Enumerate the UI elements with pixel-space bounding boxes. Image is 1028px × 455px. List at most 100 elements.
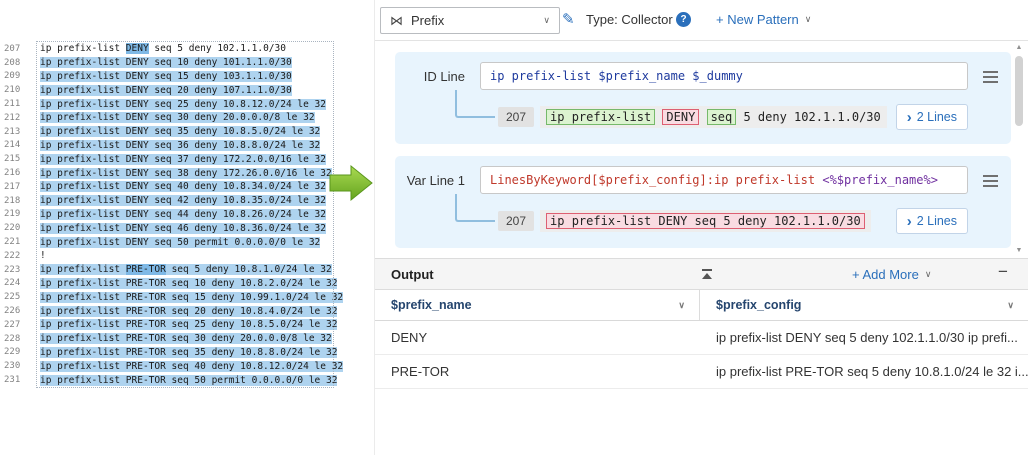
config-line[interactable]: 212ip prefix-list DENY seq 30 deny 20.0.… — [4, 111, 344, 125]
line-number: 211 — [4, 99, 28, 109]
output-header: Output + Add More ∨ − — [375, 258, 1028, 290]
text-segment: <%$prefix_name%> — [822, 173, 938, 187]
config-line[interactable]: 229ip prefix-list PRE-TOR seq 35 deny 10… — [4, 346, 344, 360]
line-number: 231 — [4, 375, 28, 385]
config-line[interactable]: 221ip prefix-list DENY seq 50 permit 0.0… — [4, 235, 344, 249]
config-line[interactable]: 222! — [4, 249, 344, 263]
new-pattern-label: + New Pattern — [716, 12, 799, 27]
config-line[interactable]: 230ip prefix-list PRE-TOR seq 40 deny 10… — [4, 359, 344, 373]
var-line-input[interactable]: LinesByKeyword[$prefix_config]:ip prefix… — [480, 166, 968, 194]
id-line-value: ip prefix-list $prefix_name $_dummy — [490, 69, 743, 83]
config-lines: 207ip prefix-list DENY seq 5 deny 102.1.… — [4, 42, 344, 387]
scroll-down-icon[interactable]: ▼ — [1016, 246, 1023, 256]
config-line-text: ip prefix-list DENY seq 10 deny 101.1.1.… — [40, 57, 292, 68]
cell-prefix-config: ip prefix-list DENY seq 5 deny 102.1.1.0… — [700, 330, 1028, 345]
lines-button-label: 2 Lines — [917, 214, 957, 228]
line-number: 223 — [4, 265, 28, 275]
scrollbar-thumb[interactable] — [1015, 56, 1023, 126]
config-line-text: ip prefix-list DENY seq 50 permit 0.0.0.… — [40, 237, 320, 248]
collapse-icon[interactable] — [700, 269, 714, 281]
config-line-text: ip prefix-list DENY seq 36 deny 10.8.8.0… — [40, 140, 320, 151]
scrollbar[interactable]: ▲ ▼ — [1013, 43, 1025, 256]
config-line[interactable]: 210 ip prefix-list DENY seq 20 deny 107.1… — [4, 83, 344, 97]
column-header-prefix-config[interactable]: $prefix_config ∨ — [700, 290, 1028, 320]
line-number: 215 — [4, 154, 28, 164]
config-line[interactable]: 207ip prefix-list DENY seq 5 deny 102.1.… — [4, 42, 344, 56]
minimize-icon[interactable]: − — [998, 262, 1008, 282]
text-segment: 5 deny 102.1.1.0/30 — [736, 110, 881, 124]
chevron-down-icon: ∨ — [1007, 300, 1028, 311]
line-number: 225 — [4, 292, 28, 302]
column-header-prefix-name[interactable]: $prefix_name ∨ — [375, 290, 700, 320]
connector-line — [455, 194, 495, 222]
menu-icon[interactable] — [983, 175, 998, 187]
menu-icon[interactable] — [983, 71, 998, 83]
config-line-text: ip prefix-list DENY seq 46 deny 10.8.36.… — [40, 223, 326, 234]
config-line-text: ip prefix-list PRE-TOR seq 35 deny 10.8.… — [40, 347, 337, 358]
var-line-value: LinesByKeyword[$prefix_config]:ip prefix… — [490, 173, 938, 187]
config-line-text: ip prefix-list DENY seq 37 deny 172.2.0.… — [40, 154, 326, 165]
line-number: 228 — [4, 334, 28, 344]
config-line[interactable]: 218ip prefix-list DENY seq 42 deny 10.8.… — [4, 194, 344, 208]
help-icon[interactable]: ? — [676, 12, 691, 27]
transform-arrow-icon — [329, 164, 374, 202]
line-number: 210 — [4, 85, 28, 95]
config-line-text: ip prefix-list PRE-TOR seq 30 deny 20.0.… — [40, 333, 332, 344]
table-row[interactable]: DENYip prefix-list DENY seq 5 deny 102.1… — [375, 321, 1028, 355]
new-pattern-button[interactable]: + New Pattern ∨ — [716, 12, 811, 27]
line-number: 220 — [4, 223, 28, 233]
scroll-up-icon[interactable]: ▲ — [1016, 43, 1023, 53]
id-line-label: ID Line — [401, 69, 465, 84]
config-line[interactable]: 209ip prefix-list DENY seq 15 deny 103.1… — [4, 70, 344, 84]
config-line-text: ip prefix-list DENY seq 25 deny 10.8.12.… — [40, 99, 326, 110]
config-line-text: ip prefix-list DENY seq 5 deny 102.1.1.0… — [40, 43, 286, 54]
matched-text: ip prefix-list DENY seq 5 deny 102.1.1.0… — [540, 210, 871, 232]
config-line[interactable]: 219ip prefix-list DENY seq 44 deny 10.8.… — [4, 208, 344, 222]
config-line[interactable]: 211 ip prefix-list DENY seq 25 deny 10.8.… — [4, 97, 344, 111]
edit-icon[interactable]: ✎ — [562, 10, 575, 28]
line-number-badge: 207 — [498, 211, 534, 231]
add-more-label: + Add More — [852, 267, 919, 282]
config-line[interactable]: 215 ip prefix-list DENY seq 37 deny 172.2… — [4, 152, 344, 166]
type-label: Type: Collector — [586, 12, 673, 27]
id-line-input[interactable]: ip prefix-list $prefix_name $_dummy — [480, 62, 968, 90]
expand-lines-button[interactable]: › 2 Lines — [896, 104, 968, 130]
config-line[interactable]: 220 ip prefix-list DENY seq 46 deny 10.8.… — [4, 221, 344, 235]
var-line-section: Var Line 1 LinesByKeyword[$prefix_config… — [395, 156, 1011, 248]
id-line-section: ID Line ip prefix-list $prefix_name $_du… — [395, 52, 1011, 144]
id-line-match-row: 207 ip prefix-list DENY seq 5 deny 102.1… — [498, 104, 968, 130]
config-line-text: ip prefix-list DENY seq 44 deny 10.8.26.… — [40, 209, 326, 220]
config-line[interactable]: 226ip prefix-list PRE-TOR seq 20 deny 10… — [4, 304, 344, 318]
config-line-text: ip prefix-list DENY seq 20 deny 107.1.1.… — [40, 85, 292, 96]
line-number: 224 — [4, 278, 28, 288]
config-line[interactable]: 227ip prefix-list PRE-TOR seq 25 deny 10… — [4, 318, 344, 332]
config-line[interactable]: 208ip prefix-list DENY seq 10 deny 101.1… — [4, 56, 344, 70]
text-segment: LinesByKeyword[$prefix_config]:ip prefix… — [490, 173, 822, 187]
line-number: 209 — [4, 71, 28, 81]
pattern-select[interactable]: ⋈ Prefix ∨ — [380, 7, 560, 34]
config-line[interactable]: 216ip prefix-list DENY seq 38 deny 172.2… — [4, 166, 344, 180]
output-title: Output — [391, 267, 434, 282]
column-label: $prefix_name — [391, 298, 472, 312]
cell-prefix-name: DENY — [375, 330, 700, 345]
expand-lines-button[interactable]: › 2 Lines — [896, 208, 968, 234]
cell-prefix-config: ip prefix-list PRE-TOR seq 5 deny 10.8.1… — [700, 364, 1028, 379]
config-line-text: ip prefix-list PRE-TOR seq 50 permit 0.0… — [40, 375, 337, 386]
line-number: 212 — [4, 113, 28, 123]
config-panel[interactable]: 207ip prefix-list DENY seq 5 deny 102.1.… — [4, 42, 344, 387]
config-line[interactable]: 213ip prefix-list DENY seq 35 deny 10.8.… — [4, 125, 344, 139]
chevron-down-icon: ∨ — [678, 300, 699, 311]
line-number: 216 — [4, 168, 28, 178]
config-line[interactable]: 231 ip prefix-list PRE-TOR seq 50 permit … — [4, 373, 344, 387]
config-line[interactable]: 217ip prefix-list DENY seq 40 deny 10.8.… — [4, 180, 344, 194]
add-more-button[interactable]: + Add More ∨ — [852, 267, 931, 282]
table-row[interactable]: PRE-TORip prefix-list PRE-TOR seq 5 deny… — [375, 355, 1028, 389]
config-line[interactable]: 223ip prefix-list PRE-TOR seq 5 deny 10.… — [4, 263, 344, 277]
config-line-text: ip prefix-list PRE-TOR seq 25 deny 10.8.… — [40, 319, 337, 330]
config-line-text: ip prefix-list PRE-TOR seq 20 deny 10.8.… — [40, 306, 337, 317]
config-line[interactable]: 224ip prefix-list PRE-TOR seq 10 deny 10… — [4, 277, 344, 291]
config-line[interactable]: 225ip prefix-list PRE-TOR seq 15 deny 10… — [4, 290, 344, 304]
config-line[interactable]: 214ip prefix-list DENY seq 36 deny 10.8.… — [4, 139, 344, 153]
chevron-down-icon: ∨ — [805, 14, 812, 25]
config-line[interactable]: 228 ip prefix-list PRE-TOR seq 30 deny 20… — [4, 332, 344, 346]
